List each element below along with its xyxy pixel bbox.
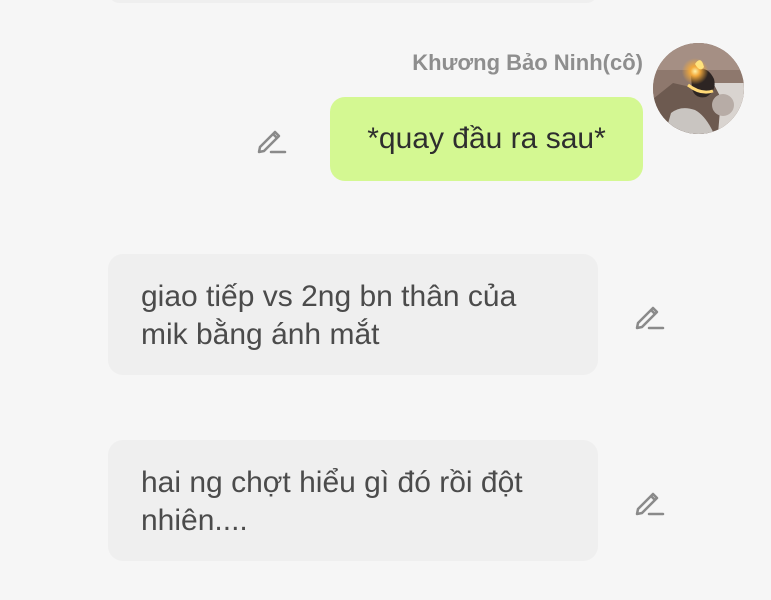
sent-message-text: *quay đầu ra sau* — [367, 122, 606, 155]
received-message-bubble[interactable]: hai ng chợt hiểu gì đó rồi đột nhiên.... — [108, 440, 598, 561]
received-message-bubble[interactable]: giao tiếp vs 2ng bn thân của mik bằng án… — [108, 254, 598, 375]
pencil-icon[interactable] — [632, 298, 666, 332]
received-message-text: hai ng chợt hiểu gì đó rồi đột nhiên.... — [141, 466, 523, 537]
sender-avatar[interactable] — [653, 43, 744, 134]
pencil-icon[interactable] — [632, 484, 666, 518]
sent-message-bubble[interactable]: *quay đầu ra sau* — [330, 97, 643, 181]
pencil-icon[interactable] — [254, 122, 288, 156]
sender-name: Khương Bảo Ninh(cô) — [412, 50, 643, 75]
previous-message-bubble — [108, 0, 598, 3]
avatar-photo-icon — [653, 43, 744, 134]
received-message-text: giao tiếp vs 2ng bn thân của mik bằng án… — [141, 280, 517, 351]
